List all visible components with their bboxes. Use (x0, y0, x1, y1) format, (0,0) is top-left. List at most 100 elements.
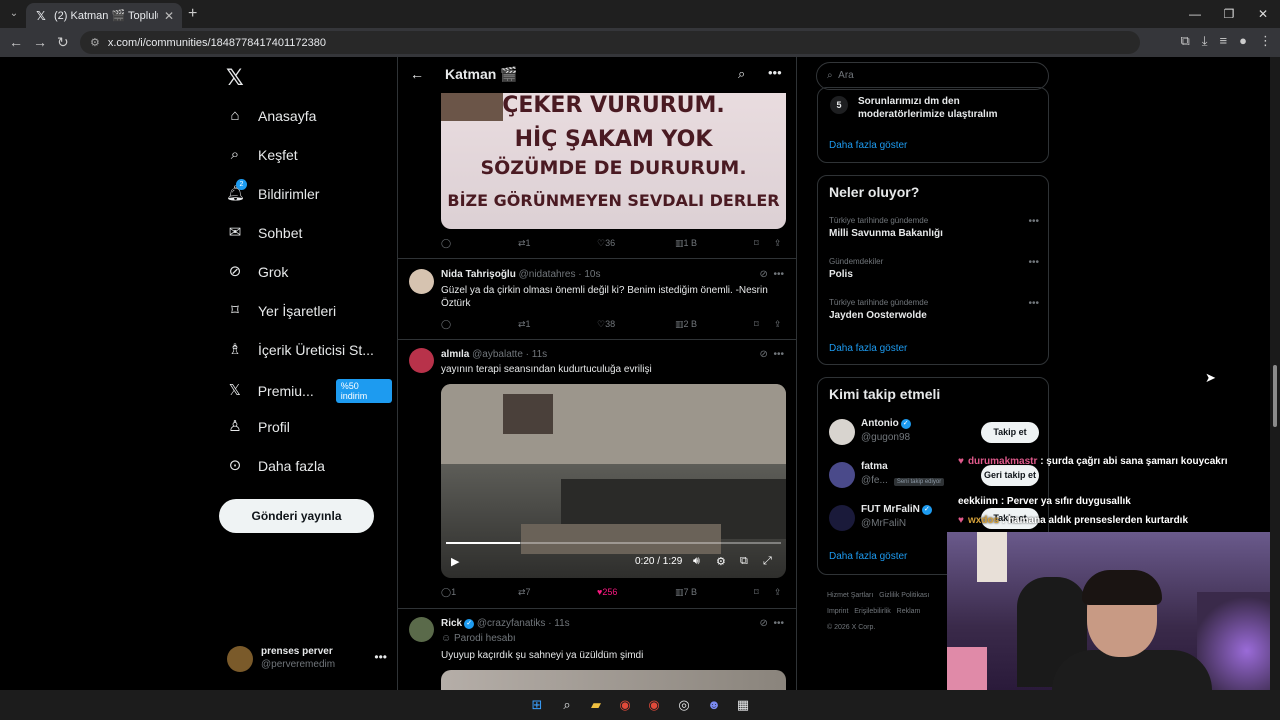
fullscreen-icon[interactable]: ⤢ (763, 555, 772, 568)
repost-button[interactable]: ⇄ 1 (518, 319, 531, 330)
windows-start-icon[interactable]: ⊞ (527, 695, 547, 715)
show-more-link[interactable]: Daha fazla göster (829, 140, 907, 151)
footer-link[interactable]: Imprint (827, 608, 848, 615)
bookmark-icon[interactable]: ⌑ (754, 238, 759, 249)
back-icon[interactable]: ← (9, 34, 23, 50)
footer-link[interactable]: Reklam (897, 608, 921, 615)
post-image[interactable] (441, 670, 786, 690)
footer-link[interactable]: Gizlilik Politikası (879, 592, 929, 599)
post-image[interactable]: ÇEKER VURURUM. HİÇ ŞAKAM YOK SÖZÜMDE DE … (441, 93, 786, 229)
minimize-icon[interactable]: — (1178, 0, 1212, 28)
menu-icon[interactable]: ⋮ (1259, 33, 1272, 49)
grok-dots-icon[interactable]: ⊘ ••• (760, 349, 784, 360)
trend-item[interactable]: Türkiye tarihinde gündemde Jayden Ooster… (829, 298, 1039, 321)
avatar[interactable] (829, 419, 855, 445)
extensions-icon[interactable]: ⧉ (1181, 33, 1190, 49)
sidebar-item-chat[interactable]: ✉ Sohbet (226, 224, 303, 242)
bookmark-icon[interactable]: ⌑ (754, 319, 759, 330)
search-icon[interactable]: ⌕ (557, 695, 577, 715)
trend-item[interactable]: Gündemdekiler Polis ••• (829, 257, 1039, 280)
search-icon[interactable]: ⌕ (738, 66, 745, 82)
share-icon[interactable]: ⇪ (774, 319, 782, 330)
grok-dots-icon[interactable]: ⊘ ••• (760, 618, 784, 629)
footer-link[interactable]: Erişilebilirlik (854, 608, 891, 615)
browser-tab[interactable]: 𝕏 (2) Katman 🎬 Topluluk / X ✕ (26, 3, 182, 28)
obs-icon[interactable]: ◎ (674, 695, 694, 715)
chrome-icon[interactable]: ◉ (615, 695, 635, 715)
avatar[interactable] (829, 462, 855, 488)
sidebar-item-grok[interactable]: ⊘ Grok (226, 263, 289, 281)
download-icon[interactable]: ⤓ (1202, 33, 1208, 49)
reload-icon[interactable]: ↻ (57, 34, 69, 51)
views-button[interactable]: ▥ 1 B (675, 238, 697, 249)
reply-icon[interactable]: ◯ (441, 319, 451, 330)
reply-icon[interactable]: ◯ (441, 238, 451, 249)
sidebar-item-explore[interactable]: ⌕ Keşfet (226, 146, 298, 164)
repost-button[interactable]: ⇄ 7 (518, 587, 531, 598)
sidebar-item-notifications[interactable]: 🔔︎ 2 Bildirimler (226, 179, 319, 203)
sidebar-item-creator-studio[interactable]: ♗ İçerik Üreticisi St... (226, 341, 374, 359)
search-input[interactable]: ⌕ Ara (816, 62, 1049, 90)
window-close-icon[interactable]: ✕ (1246, 0, 1280, 28)
sidebar-item-more[interactable]: ⊙ Daha fazla (226, 457, 325, 475)
avatar[interactable] (409, 348, 434, 373)
more-dots-icon[interactable]: ••• (768, 65, 782, 80)
calculator-icon[interactable]: ▦ (733, 695, 753, 715)
file-explorer-icon[interactable]: ▰ (586, 695, 606, 715)
share-icon[interactable]: ⇪ (774, 238, 782, 249)
sidebar-item-premium[interactable]: 𝕏 Premiu... %50 indirim (226, 379, 392, 403)
show-more-link[interactable]: Daha fazla göster (829, 551, 907, 562)
views-button[interactable]: ▥ 2 B (675, 319, 697, 330)
site-info-icon[interactable]: ⚙ (90, 36, 100, 49)
sidebar-item-profile[interactable]: ♙ Profil (226, 418, 290, 436)
new-tab-icon[interactable]: + (188, 5, 197, 23)
footer-link[interactable]: Hizmet Şartları (827, 592, 873, 599)
post-author[interactable]: Nida Tahrişoğlu @nidatahres · 10s (441, 269, 600, 280)
sidebar-item-bookmarks[interactable]: ⌑ Yer İşaretleri (226, 302, 336, 320)
restore-icon[interactable]: ❐ (1212, 0, 1246, 28)
profile-icon[interactable]: ● (1239, 33, 1247, 49)
like-button[interactable]: ♡ 38 (597, 319, 615, 330)
play-icon[interactable]: ▶ (451, 555, 459, 568)
grok-dots-icon[interactable]: ⊘ ••• (760, 269, 784, 280)
scrollbar-thumb[interactable] (1273, 365, 1277, 427)
follow-back-button[interactable]: Geri takip et (981, 465, 1039, 486)
tab-search-icon[interactable]: ⌄ (6, 6, 22, 22)
pip-icon[interactable]: ⧉ (740, 555, 748, 568)
trend-item[interactable]: Türkiye tarihinde gündemde Milli Savunma… (829, 216, 1039, 239)
avatar[interactable] (409, 617, 434, 642)
tab-close-icon[interactable]: ✕ (164, 9, 174, 23)
video-progress-bar[interactable] (446, 542, 781, 544)
follow-suggestion[interactable]: Antonio ✓ @gugon98 Takip et (829, 418, 1039, 448)
discord-icon[interactable]: ☻ (704, 695, 724, 715)
volume-icon[interactable]: 🔊︎ (693, 555, 700, 568)
like-button[interactable]: ♥ 256 (597, 587, 617, 597)
media-icon[interactable]: ≡ (1220, 33, 1228, 49)
scrollbar[interactable] (1270, 57, 1280, 690)
show-more-link[interactable]: Daha fazla göster (829, 343, 907, 354)
back-arrow-icon[interactable]: ← (410, 66, 424, 82)
account-switcher[interactable]: prenses perver @perveremedim ••• (227, 644, 387, 674)
bookmark-icon[interactable]: ⌑ (754, 587, 759, 598)
repost-button[interactable]: ⇄ 1 (518, 238, 531, 249)
post-button[interactable]: Gönderi yayınla (219, 499, 374, 533)
share-icon[interactable]: ⇪ (774, 587, 782, 598)
views-button[interactable]: ▥ 7 B (675, 587, 697, 598)
post-author[interactable]: almıla @aybalatte · 11s (441, 349, 547, 360)
more-dots-icon[interactable]: ••• (1028, 298, 1039, 309)
chrome-active-icon[interactable]: ◉ (644, 695, 664, 715)
avatar[interactable] (829, 505, 855, 531)
x-logo-icon[interactable]: 𝕏 (226, 65, 244, 91)
more-dots-icon[interactable]: ••• (374, 650, 387, 664)
like-button[interactable]: ♡ 36 (597, 238, 615, 249)
settings-icon[interactable]: ⚙ (716, 555, 726, 568)
post-author[interactable]: Rick ✓ @crazyfanatiks · 11s (441, 618, 570, 629)
omnibox[interactable]: ⚙ x.com/i/communities/184877841740117238… (80, 31, 1140, 54)
video-player[interactable]: ▶ 0:20 / 1:29 🔊︎ ⚙ ⧉ ⤢ (441, 384, 786, 578)
more-dots-icon[interactable]: ••• (1028, 257, 1039, 268)
more-dots-icon[interactable]: ••• (1028, 216, 1039, 227)
avatar[interactable] (409, 269, 434, 294)
forward-icon[interactable]: → (33, 34, 47, 50)
reply-button[interactable]: ◯ 1 (441, 587, 456, 598)
follow-button[interactable]: Takip et (981, 422, 1039, 443)
